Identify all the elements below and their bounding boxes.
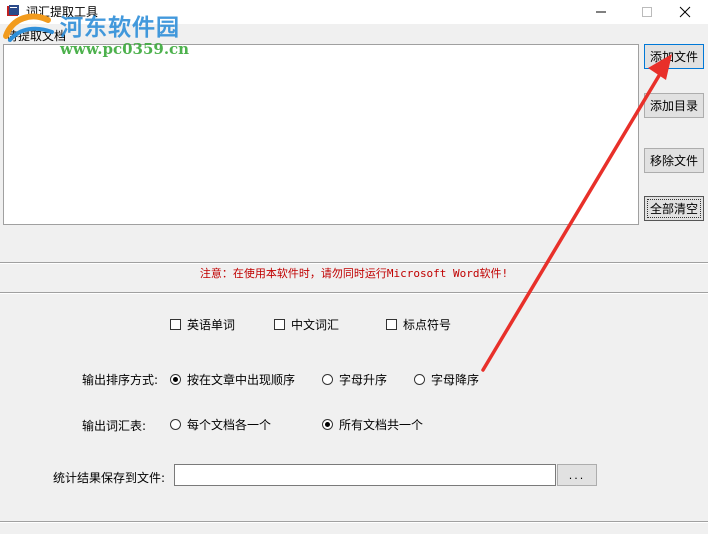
maximize-icon	[642, 7, 652, 17]
save-path-input[interactable]	[174, 464, 556, 486]
radio-sort-appearance[interactable]: 按在文章中出现顺序	[170, 371, 295, 388]
add-directory-button[interactable]: 添加目录	[644, 93, 704, 118]
minimize-icon	[596, 11, 606, 13]
remove-file-button[interactable]: 移除文件	[644, 148, 704, 173]
app-book-icon	[7, 5, 19, 16]
divider	[0, 292, 708, 294]
checkbox-label: 英语单词	[187, 318, 236, 332]
minimize-button[interactable]	[578, 0, 624, 24]
clear-all-button[interactable]: 全部清空	[644, 196, 704, 221]
radio-button[interactable]	[322, 374, 333, 385]
radio-output-shared[interactable]: 所有文档共一个	[322, 416, 423, 433]
radio-label: 所有文档共一个	[339, 418, 424, 432]
radio-sort-descending[interactable]: 字母降序	[414, 371, 479, 388]
divider	[0, 262, 708, 264]
window-title: 词汇提取工具	[26, 5, 99, 19]
checkbox-box[interactable]	[170, 319, 181, 330]
output-list-label: 输出词汇表:	[82, 419, 147, 433]
radio-output-per-document[interactable]: 每个文档各一个	[170, 416, 271, 433]
checkbox-english-words[interactable]: 英语单词	[170, 316, 235, 333]
save-path-label: 统计结果保存到文件:	[53, 471, 166, 485]
radio-label: 字母升序	[339, 373, 388, 387]
checkbox-box[interactable]	[274, 319, 285, 330]
radio-sort-ascending[interactable]: 字母升序	[322, 371, 387, 388]
radio-label: 字母降序	[431, 373, 480, 387]
divider	[0, 521, 708, 523]
checkbox-label: 中文词汇	[291, 318, 340, 332]
close-icon	[679, 6, 691, 18]
radio-button[interactable]	[322, 419, 333, 430]
notice-text: 注意：在使用本软件时，请勿同时运行Microsoft Word软件!	[199, 267, 509, 280]
close-button[interactable]	[662, 0, 708, 24]
file-list-label: 待提取文档	[6, 29, 67, 43]
radio-button[interactable]	[414, 374, 425, 385]
radio-label: 每个文档各一个	[187, 418, 272, 432]
file-list[interactable]	[3, 44, 639, 225]
sort-order-label: 输出排序方式:	[82, 373, 159, 387]
checkbox-label: 标点符号	[403, 318, 452, 332]
title-bar: 词汇提取工具	[0, 0, 708, 24]
radio-label: 按在文章中出现顺序	[187, 373, 296, 387]
radio-button[interactable]	[170, 374, 181, 385]
checkbox-punctuation[interactable]: 标点符号	[386, 316, 451, 333]
checkbox-box[interactable]	[386, 319, 397, 330]
checkbox-chinese-words[interactable]: 中文词汇	[274, 316, 339, 333]
add-file-button[interactable]: 添加文件	[644, 44, 704, 69]
browse-button[interactable]: ...	[557, 464, 597, 486]
radio-button[interactable]	[170, 419, 181, 430]
